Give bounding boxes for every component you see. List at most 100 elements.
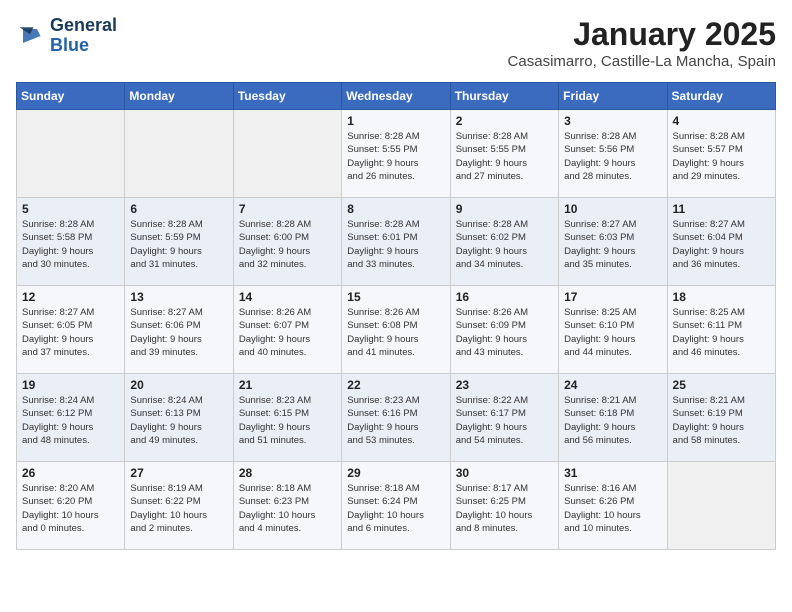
calendar-cell: 24Sunrise: 8:21 AM Sunset: 6:18 PM Dayli… bbox=[559, 374, 667, 462]
header-sunday: Sunday bbox=[17, 83, 125, 110]
day-info: Sunrise: 8:27 AM Sunset: 6:05 PM Dayligh… bbox=[22, 306, 119, 359]
day-number: 16 bbox=[456, 290, 553, 304]
day-number: 7 bbox=[239, 202, 336, 216]
day-number: 13 bbox=[130, 290, 227, 304]
calendar-cell: 21Sunrise: 8:23 AM Sunset: 6:15 PM Dayli… bbox=[233, 374, 341, 462]
day-info: Sunrise: 8:18 AM Sunset: 6:24 PM Dayligh… bbox=[347, 482, 444, 535]
calendar-cell: 3Sunrise: 8:28 AM Sunset: 5:56 PM Daylig… bbox=[559, 110, 667, 198]
calendar-body: 1 Sunrise: 8:28 AM Sunset: 5:55 PM Daylig… bbox=[17, 110, 776, 550]
day-info: Sunrise: 8:26 AM Sunset: 6:07 PM Dayligh… bbox=[239, 306, 336, 359]
calendar-cell: 17 Sunrise: 8:25 AM Sunset: 6:10 PM Dayli… bbox=[559, 286, 667, 374]
calendar-cell bbox=[233, 110, 341, 198]
day-number: 2 bbox=[456, 114, 553, 128]
calendar-cell: 7 Sunrise: 8:28 AM Sunset: 6:00 PM Daylig… bbox=[233, 198, 341, 286]
day-number: 8 bbox=[347, 202, 444, 216]
day-info: Sunrise: 8:28 AM Sunset: 6:00 PM Dayligh… bbox=[239, 218, 336, 271]
day-number: 1 bbox=[347, 114, 444, 128]
calendar-table: SundayMondayTuesdayWednesdayThursdayFrid… bbox=[16, 82, 776, 550]
calendar-cell: 5Sunrise: 8:28 AM Sunset: 5:58 PM Daylig… bbox=[17, 198, 125, 286]
day-number: 29 bbox=[347, 466, 444, 480]
day-info: Sunrise: 8:28 AM Sunset: 6:01 PM Dayligh… bbox=[347, 218, 444, 271]
day-info: Sunrise: 8:24 AM Sunset: 6:12 PM Dayligh… bbox=[22, 394, 119, 447]
day-info: Sunrise: 8:28 AM Sunset: 5:58 PM Dayligh… bbox=[22, 218, 119, 271]
day-number: 17 bbox=[564, 290, 661, 304]
day-info: Sunrise: 8:16 AM Sunset: 6:26 PM Dayligh… bbox=[564, 482, 661, 535]
calendar-cell: 8 Sunrise: 8:28 AM Sunset: 6:01 PM Daylig… bbox=[342, 198, 450, 286]
day-info: Sunrise: 8:21 AM Sunset: 6:18 PM Dayligh… bbox=[564, 394, 661, 447]
day-info: Sunrise: 8:26 AM Sunset: 6:09 PM Dayligh… bbox=[456, 306, 553, 359]
day-number: 19 bbox=[22, 378, 119, 392]
day-number: 10 bbox=[564, 202, 661, 216]
logo-line2: Blue bbox=[50, 36, 117, 56]
day-number: 25 bbox=[673, 378, 770, 392]
day-info: Sunrise: 8:25 AM Sunset: 6:11 PM Dayligh… bbox=[673, 306, 770, 359]
day-number: 15 bbox=[347, 290, 444, 304]
day-number: 31 bbox=[564, 466, 661, 480]
calendar-cell: 18 Sunrise: 8:25 AM Sunset: 6:11 PM Dayli… bbox=[667, 286, 775, 374]
day-info: Sunrise: 8:28 AM Sunset: 5:59 PM Dayligh… bbox=[130, 218, 227, 271]
calendar-cell: 15 Sunrise: 8:26 AM Sunset: 6:08 PM Dayli… bbox=[342, 286, 450, 374]
calendar-cell: 10Sunrise: 8:27 AM Sunset: 6:03 PM Dayli… bbox=[559, 198, 667, 286]
month-title: January 2025 bbox=[508, 16, 776, 53]
calendar-week-5: 26 Sunrise: 8:20 AM Sunset: 6:20 PM Dayli… bbox=[17, 462, 776, 550]
day-info: Sunrise: 8:27 AM Sunset: 6:06 PM Dayligh… bbox=[130, 306, 227, 359]
calendar-cell: 1Sunrise: 8:28 AM Sunset: 5:55 PM Daylig… bbox=[342, 110, 450, 198]
calendar-cell: 26 Sunrise: 8:20 AM Sunset: 6:20 PM Dayli… bbox=[17, 462, 125, 550]
day-number: 30 bbox=[456, 466, 553, 480]
day-info: Sunrise: 8:21 AM Sunset: 6:19 PM Dayligh… bbox=[673, 394, 770, 447]
day-number: 12 bbox=[22, 290, 119, 304]
day-info: Sunrise: 8:28 AM Sunset: 5:56 PM Dayligh… bbox=[564, 130, 661, 183]
calendar-cell: 30 Sunrise: 8:17 AM Sunset: 6:25 PM Dayli… bbox=[450, 462, 558, 550]
day-info: Sunrise: 8:27 AM Sunset: 6:04 PM Dayligh… bbox=[673, 218, 770, 271]
location-title: Casasimarro, Castille-La Mancha, Spain bbox=[508, 53, 776, 70]
calendar-header-row: SundayMondayTuesdayWednesdayThursdayFrid… bbox=[17, 83, 776, 110]
calendar-cell: 29 Sunrise: 8:18 AM Sunset: 6:24 PM Dayli… bbox=[342, 462, 450, 550]
calendar-cell: 22Sunrise: 8:23 AM Sunset: 6:16 PM Dayli… bbox=[342, 374, 450, 462]
day-info: Sunrise: 8:24 AM Sunset: 6:13 PM Dayligh… bbox=[130, 394, 227, 447]
day-number: 18 bbox=[673, 290, 770, 304]
logo-text: General Blue bbox=[50, 16, 117, 56]
calendar-cell: 19 Sunrise: 8:24 AM Sunset: 6:12 PM Dayli… bbox=[17, 374, 125, 462]
day-info: Sunrise: 8:23 AM Sunset: 6:15 PM Dayligh… bbox=[239, 394, 336, 447]
header-friday: Friday bbox=[559, 83, 667, 110]
day-info: Sunrise: 8:19 AM Sunset: 6:22 PM Dayligh… bbox=[130, 482, 227, 535]
calendar-week-3: 12 Sunrise: 8:27 AM Sunset: 6:05 PM Dayli… bbox=[17, 286, 776, 374]
calendar-cell: 9 Sunrise: 8:28 AM Sunset: 6:02 PM Daylig… bbox=[450, 198, 558, 286]
day-info: Sunrise: 8:28 AM Sunset: 6:02 PM Dayligh… bbox=[456, 218, 553, 271]
day-number: 14 bbox=[239, 290, 336, 304]
day-info: Sunrise: 8:26 AM Sunset: 6:08 PM Dayligh… bbox=[347, 306, 444, 359]
calendar-cell: 16 Sunrise: 8:26 AM Sunset: 6:09 PM Dayli… bbox=[450, 286, 558, 374]
day-info: Sunrise: 8:25 AM Sunset: 6:10 PM Dayligh… bbox=[564, 306, 661, 359]
calendar-cell: 27Sunrise: 8:19 AM Sunset: 6:22 PM Dayli… bbox=[125, 462, 233, 550]
calendar-cell: 23 Sunrise: 8:22 AM Sunset: 6:17 PM Dayli… bbox=[450, 374, 558, 462]
calendar-cell bbox=[17, 110, 125, 198]
day-info: Sunrise: 8:17 AM Sunset: 6:25 PM Dayligh… bbox=[456, 482, 553, 535]
calendar-cell bbox=[125, 110, 233, 198]
day-number: 11 bbox=[673, 202, 770, 216]
header-saturday: Saturday bbox=[667, 83, 775, 110]
calendar-week-1: 1 Sunrise: 8:28 AM Sunset: 5:55 PM Daylig… bbox=[17, 110, 776, 198]
day-number: 20 bbox=[130, 378, 227, 392]
title-block: January 2025 Casasimarro, Castille-La Ma… bbox=[508, 16, 776, 70]
day-info: Sunrise: 8:28 AM Sunset: 5:55 PM Dayligh… bbox=[456, 130, 553, 183]
logo-icon bbox=[16, 22, 44, 50]
day-info: Sunrise: 8:22 AM Sunset: 6:17 PM Dayligh… bbox=[456, 394, 553, 447]
day-number: 28 bbox=[239, 466, 336, 480]
day-number: 26 bbox=[22, 466, 119, 480]
day-number: 4 bbox=[673, 114, 770, 128]
calendar-cell bbox=[667, 462, 775, 550]
calendar-cell: 12 Sunrise: 8:27 AM Sunset: 6:05 PM Dayli… bbox=[17, 286, 125, 374]
page-header: General Blue January 2025 Casasimarro, C… bbox=[16, 16, 776, 70]
day-number: 6 bbox=[130, 202, 227, 216]
day-number: 23 bbox=[456, 378, 553, 392]
calendar-cell: 6 Sunrise: 8:28 AM Sunset: 5:59 PM Daylig… bbox=[125, 198, 233, 286]
calendar-cell: 14 Sunrise: 8:26 AM Sunset: 6:07 PM Dayli… bbox=[233, 286, 341, 374]
calendar-cell: 13 Sunrise: 8:27 AM Sunset: 6:06 PM Dayli… bbox=[125, 286, 233, 374]
day-info: Sunrise: 8:20 AM Sunset: 6:20 PM Dayligh… bbox=[22, 482, 119, 535]
calendar-cell: 25 Sunrise: 8:21 AM Sunset: 6:19 PM Dayli… bbox=[667, 374, 775, 462]
calendar-cell: 11 Sunrise: 8:27 AM Sunset: 6:04 PM Dayli… bbox=[667, 198, 775, 286]
day-number: 9 bbox=[456, 202, 553, 216]
calendar-week-2: 5Sunrise: 8:28 AM Sunset: 5:58 PM Daylig… bbox=[17, 198, 776, 286]
logo-line1: General bbox=[50, 16, 117, 36]
calendar-cell: 4Sunrise: 8:28 AM Sunset: 5:57 PM Daylig… bbox=[667, 110, 775, 198]
